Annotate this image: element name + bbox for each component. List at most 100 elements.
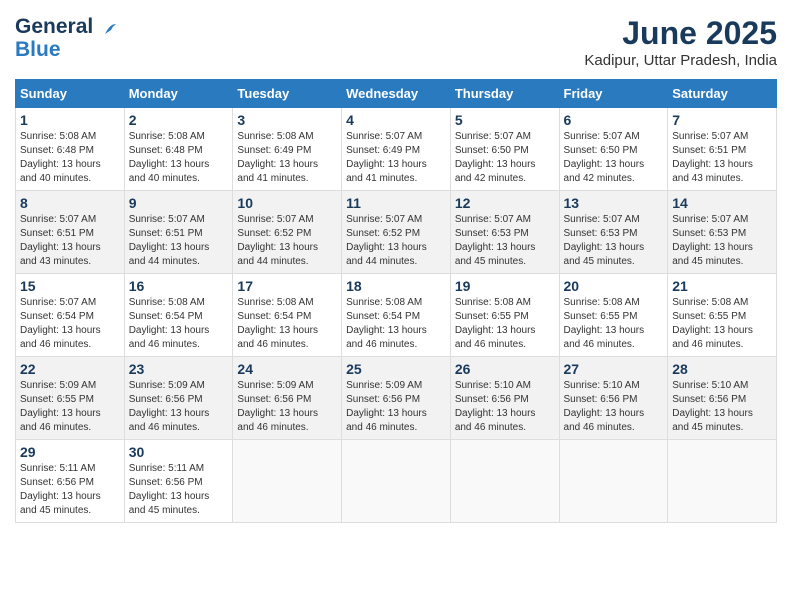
calendar-cell: 19 Sunrise: 5:08 AMSunset: 6:55 PMDayligh… [450, 274, 559, 357]
calendar-subtitle: Kadipur, Uttar Pradesh, India [584, 52, 777, 69]
calendar-cell [233, 440, 342, 523]
calendar-cell: 14Sunrise: 5:07 AMSunset: 6:53 PMDayligh… [668, 191, 777, 274]
day-detail: Sunrise: 5:07 AMSunset: 6:53 PMDaylight:… [455, 213, 555, 269]
header: General Blue June 2025 Kadipur, Uttar Pr… [15, 15, 777, 69]
calendar-cell: 30Sunrise: 5:11 AMSunset: 6:56 PMDayligh… [124, 440, 233, 523]
calendar-cell: 28 Sunrise: 5:10 AMSunset: 6:56 PMDayligh… [668, 357, 777, 440]
day-number: 21 [672, 278, 772, 294]
day-detail: Sunrise: 5:09 AMSunset: 6:56 PMDaylight:… [237, 379, 337, 435]
calendar-cell: 13 Sunrise: 5:07 AMSunset: 6:53 PMDayligh… [559, 191, 668, 274]
header-day: Wednesday [342, 80, 451, 108]
day-detail: Sunrise: 5:07 AMSunset: 6:51 PMDaylight:… [129, 213, 229, 269]
day-detail: Sunrise: 5:08 AMSunset: 6:54 PMDaylight:… [237, 296, 337, 352]
calendar-cell: 9Sunrise: 5:07 AMSunset: 6:51 PMDaylight… [124, 191, 233, 274]
day-detail: Sunrise: 5:07 AMSunset: 6:49 PMDaylight:… [346, 130, 446, 186]
day-number: 22 [20, 361, 120, 377]
calendar-cell: 16Sunrise: 5:08 AMSunset: 6:54 PMDayligh… [124, 274, 233, 357]
calendar-cell: 1 Sunrise: 5:08 AMSunset: 6:48 PMDaylight… [16, 108, 125, 191]
logo-text: General [15, 15, 123, 38]
calendar-week-row: 1 Sunrise: 5:08 AMSunset: 6:48 PMDaylight… [16, 108, 777, 191]
day-number: 6 [564, 112, 664, 128]
day-number: 23 [129, 361, 229, 377]
calendar-body: 1 Sunrise: 5:08 AMSunset: 6:48 PMDaylight… [16, 108, 777, 523]
day-detail: Sunrise: 5:09 AMSunset: 6:56 PMDaylight:… [346, 379, 446, 435]
day-number: 2 [129, 112, 229, 128]
day-number: 25 [346, 361, 446, 377]
day-detail: Sunrise: 5:07 AMSunset: 6:54 PMDaylight:… [20, 296, 120, 352]
day-detail: Sunrise: 5:08 AMSunset: 6:54 PMDaylight:… [129, 296, 229, 352]
calendar-cell: 22 Sunrise: 5:09 AMSunset: 6:55 PMDayligh… [16, 357, 125, 440]
header-day: Friday [559, 80, 668, 108]
day-number: 17 [237, 278, 337, 294]
day-number: 15 [20, 278, 120, 294]
calendar-cell: 24Sunrise: 5:09 AMSunset: 6:56 PMDayligh… [233, 357, 342, 440]
day-detail: Sunrise: 5:11 AMSunset: 6:56 PMDaylight:… [20, 462, 120, 518]
day-detail: Sunrise: 5:07 AMSunset: 6:50 PMDaylight:… [564, 130, 664, 186]
calendar-cell: 17 Sunrise: 5:08 AMSunset: 6:54 PMDayligh… [233, 274, 342, 357]
calendar-cell: 11 Sunrise: 5:07 AMSunset: 6:52 PMDayligh… [342, 191, 451, 274]
day-detail: Sunrise: 5:08 AMSunset: 6:48 PMDaylight:… [20, 130, 120, 186]
calendar-cell: 10 Sunrise: 5:07 AMSunset: 6:52 PMDayligh… [233, 191, 342, 274]
day-number: 10 [237, 195, 337, 211]
day-detail: Sunrise: 5:09 AMSunset: 6:56 PMDaylight:… [129, 379, 229, 435]
calendar-week-row: 22 Sunrise: 5:09 AMSunset: 6:55 PMDayligh… [16, 357, 777, 440]
day-detail: Sunrise: 5:08 AMSunset: 6:54 PMDaylight:… [346, 296, 446, 352]
day-detail: Sunrise: 5:08 AMSunset: 6:48 PMDaylight:… [129, 130, 229, 186]
day-detail: Sunrise: 5:10 AMSunset: 6:56 PMDaylight:… [672, 379, 772, 435]
day-number: 12 [455, 195, 555, 211]
calendar-cell: 6 Sunrise: 5:07 AMSunset: 6:50 PMDaylight… [559, 108, 668, 191]
header-row: SundayMondayTuesdayWednesdayThursdayFrid… [16, 80, 777, 108]
day-number: 29 [20, 444, 120, 460]
day-detail: Sunrise: 5:09 AMSunset: 6:55 PMDaylight:… [20, 379, 120, 435]
day-number: 5 [455, 112, 555, 128]
calendar-cell [559, 440, 668, 523]
day-number: 30 [129, 444, 229, 460]
calendar-cell: 21 Sunrise: 5:08 AMSunset: 6:55 PMDayligh… [668, 274, 777, 357]
calendar-cell: 5Sunrise: 5:07 AMSunset: 6:50 PMDaylight… [450, 108, 559, 191]
day-detail: Sunrise: 5:07 AMSunset: 6:51 PMDaylight:… [20, 213, 120, 269]
calendar-table: SundayMondayTuesdayWednesdayThursdayFrid… [15, 79, 777, 523]
header-day: Sunday [16, 80, 125, 108]
calendar-cell [450, 440, 559, 523]
calendar-cell: 7 Sunrise: 5:07 AMSunset: 6:51 PMDaylight… [668, 108, 777, 191]
calendar-cell: 26Sunrise: 5:10 AMSunset: 6:56 PMDayligh… [450, 357, 559, 440]
header-day: Thursday [450, 80, 559, 108]
title-area: June 2025 Kadipur, Uttar Pradesh, India [584, 15, 777, 69]
calendar-week-row: 8 Sunrise: 5:07 AMSunset: 6:51 PMDaylight… [16, 191, 777, 274]
day-detail: Sunrise: 5:08 AMSunset: 6:55 PMDaylight:… [564, 296, 664, 352]
day-number: 13 [564, 195, 664, 211]
calendar-cell: 18 Sunrise: 5:08 AMSunset: 6:54 PMDayligh… [342, 274, 451, 357]
calendar-cell: 23 Sunrise: 5:09 AMSunset: 6:56 PMDayligh… [124, 357, 233, 440]
day-number: 14 [672, 195, 772, 211]
day-number: 3 [237, 112, 337, 128]
day-detail: Sunrise: 5:08 AMSunset: 6:49 PMDaylight:… [237, 130, 337, 186]
day-detail: Sunrise: 5:07 AMSunset: 6:52 PMDaylight:… [346, 213, 446, 269]
day-detail: Sunrise: 5:08 AMSunset: 6:55 PMDaylight:… [455, 296, 555, 352]
day-number: 19 [455, 278, 555, 294]
day-number: 11 [346, 195, 446, 211]
day-number: 18 [346, 278, 446, 294]
calendar-cell [342, 440, 451, 523]
day-detail: Sunrise: 5:10 AMSunset: 6:56 PMDaylight:… [564, 379, 664, 435]
day-number: 4 [346, 112, 446, 128]
calendar-cell: 15 Sunrise: 5:07 AMSunset: 6:54 PMDayligh… [16, 274, 125, 357]
day-number: 26 [455, 361, 555, 377]
calendar-cell [668, 440, 777, 523]
day-number: 8 [20, 195, 120, 211]
logo: General Blue [15, 15, 123, 62]
day-number: 1 [20, 112, 120, 128]
calendar-week-row: 15 Sunrise: 5:07 AMSunset: 6:54 PMDayligh… [16, 274, 777, 357]
day-number: 28 [672, 361, 772, 377]
header-day: Tuesday [233, 80, 342, 108]
day-detail: Sunrise: 5:08 AMSunset: 6:55 PMDaylight:… [672, 296, 772, 352]
day-detail: Sunrise: 5:07 AMSunset: 6:52 PMDaylight:… [237, 213, 337, 269]
calendar-cell: 2 Sunrise: 5:08 AMSunset: 6:48 PMDaylight… [124, 108, 233, 191]
day-detail: Sunrise: 5:07 AMSunset: 6:51 PMDaylight:… [672, 130, 772, 186]
day-detail: Sunrise: 5:07 AMSunset: 6:53 PMDaylight:… [564, 213, 664, 269]
header-day: Saturday [668, 80, 777, 108]
calendar-cell: 29 Sunrise: 5:11 AMSunset: 6:56 PMDayligh… [16, 440, 125, 523]
calendar-week-row: 29 Sunrise: 5:11 AMSunset: 6:56 PMDayligh… [16, 440, 777, 523]
day-number: 7 [672, 112, 772, 128]
calendar-cell: 8 Sunrise: 5:07 AMSunset: 6:51 PMDaylight… [16, 191, 125, 274]
calendar-cell: 25 Sunrise: 5:09 AMSunset: 6:56 PMDayligh… [342, 357, 451, 440]
